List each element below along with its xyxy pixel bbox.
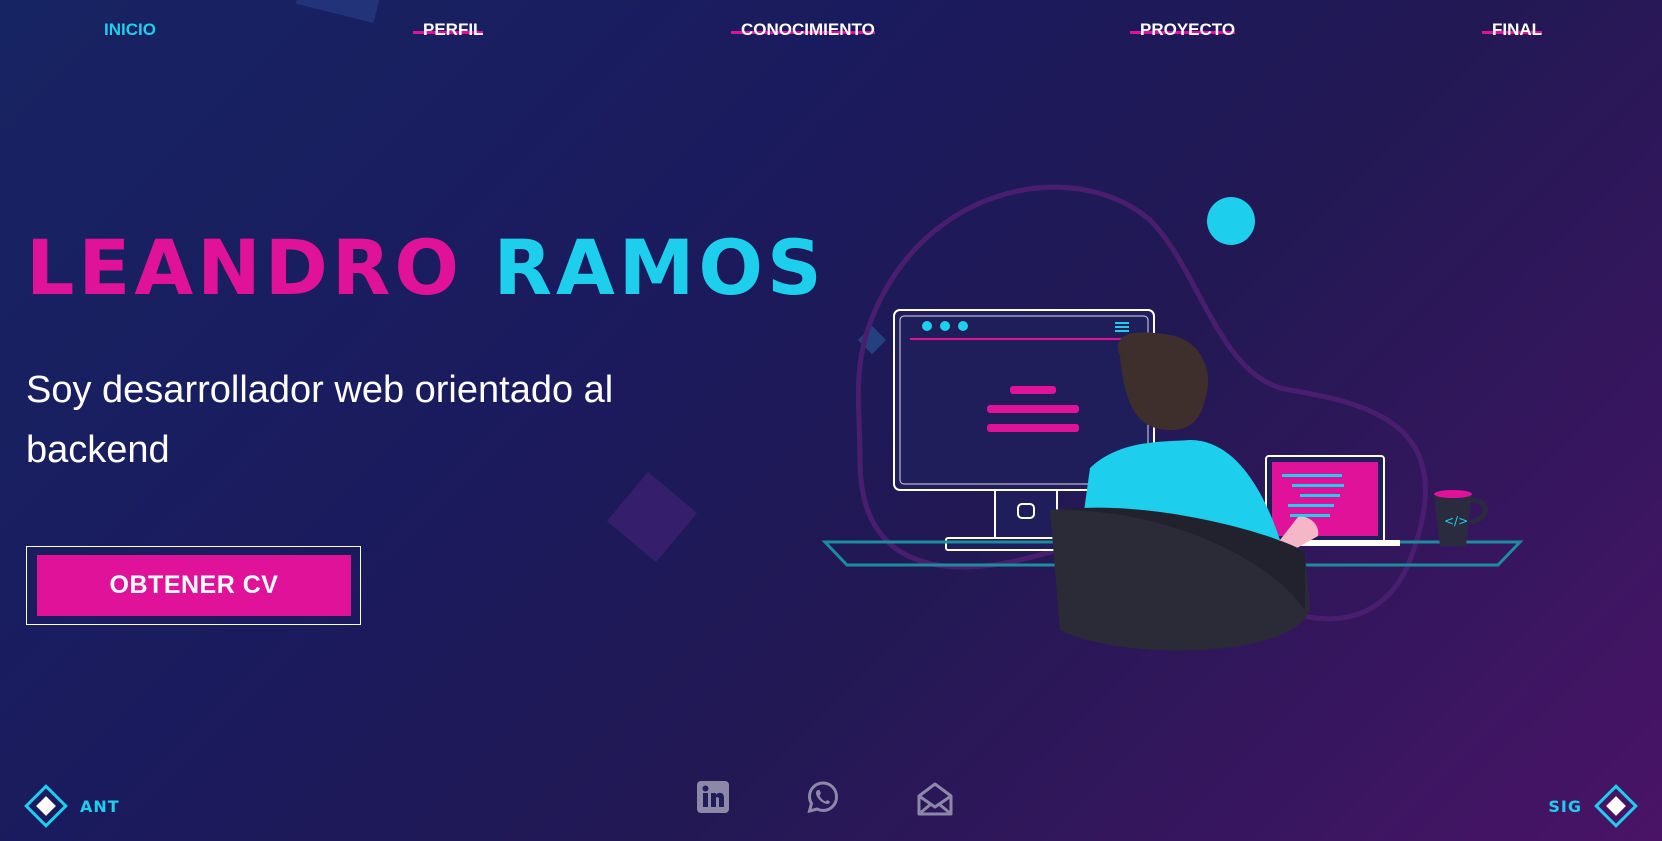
linkedin-icon (697, 781, 729, 813)
previous-label: ANT (80, 796, 120, 816)
decorative-square (606, 471, 698, 563)
diamond-arrow-icon (1594, 784, 1638, 828)
decorative-circle (1207, 197, 1255, 245)
social-links (696, 780, 1026, 818)
previous-slide-control[interactable]: ANT (22, 782, 120, 830)
hero-subtitle: Soy desarrollador web orientado al backe… (26, 369, 614, 471)
hero-first-name: LEANDRO (26, 223, 463, 312)
hero-last-name: RAMOS (493, 223, 826, 312)
whatsapp-icon (807, 781, 839, 814)
mug-graphic: </> (1434, 490, 1488, 546)
developer-illustration: </> (821, 184, 1524, 651)
cv-button-frame: OBTENER CV (26, 546, 361, 625)
nav-item-perfil[interactable]: PERFIL (413, 20, 484, 40)
hero-name: LEANDRO RAMOS (26, 230, 826, 306)
nav-item-conocimiento[interactable]: CONOCIMIENTO (731, 20, 875, 40)
whatsapp-link[interactable] (806, 780, 916, 818)
linkedin-link[interactable] (696, 780, 806, 818)
nav-item-inicio[interactable]: INICIO (104, 20, 156, 40)
email-link[interactable] (916, 780, 1026, 818)
top-navigation: INICIO PERFIL CONOCIMIENTO PROYECTO FINA… (0, 0, 1662, 60)
get-cv-button[interactable]: OBTENER CV (37, 555, 351, 616)
diamond-arrow-icon (24, 784, 68, 828)
next-label: SIG (1548, 796, 1582, 816)
next-slide-control[interactable]: SIG (1548, 782, 1640, 830)
email-icon (917, 782, 953, 816)
svg-text:</>: </> (1444, 514, 1468, 528)
nav-item-proyecto[interactable]: PROYECTO (1130, 20, 1236, 40)
nav-item-final[interactable]: FINAL (1482, 20, 1543, 40)
